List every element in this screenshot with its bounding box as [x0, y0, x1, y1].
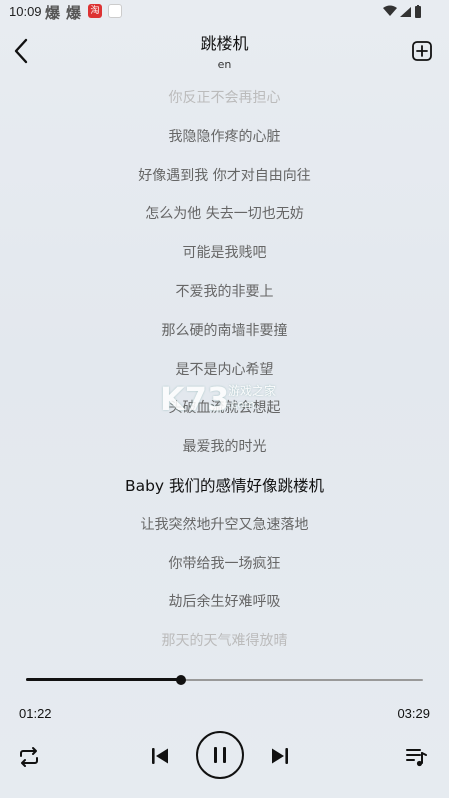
playlist-icon[interactable]	[404, 745, 428, 769]
song-title: 跳楼机	[200, 34, 249, 53]
pause-icon	[214, 747, 226, 763]
lyric-line[interactable]: 劫后余生好难呼吸	[0, 591, 449, 630]
lyrics-list[interactable]: 你反正不会再担心 我隐隐作疼的心脏 好像遇到我 你才对自由向往 怎么为他 失去一…	[0, 87, 449, 669]
add-to-playlist-icon[interactable]	[411, 40, 433, 62]
lyric-line[interactable]: 你带给我一场疯狂	[0, 553, 449, 592]
lyric-line[interactable]: 最爱我的时光	[0, 436, 449, 475]
previous-icon[interactable]	[148, 744, 172, 768]
lyric-line[interactable]: 怎么为他 失去一切也无妨	[0, 203, 449, 242]
lyric-line[interactable]: 可能是我贱吧	[0, 242, 449, 281]
player-header: 跳楼机 en	[0, 26, 449, 76]
lyric-line[interactable]: 你反正不会再担心	[0, 87, 449, 126]
lyric-line-active[interactable]: Baby 我们的感情好像跳楼机	[0, 475, 449, 514]
lyric-line[interactable]: 那么硬的南墙非要撞	[0, 320, 449, 359]
notification-icon: 爆	[45, 4, 61, 22]
current-time: 01:22	[19, 706, 52, 721]
total-time: 03:29	[397, 706, 430, 721]
pause-button[interactable]	[196, 731, 244, 779]
lyric-line[interactable]: 不爱我的非要上	[0, 281, 449, 320]
app-notification-icon	[108, 4, 122, 18]
next-icon[interactable]	[268, 744, 292, 768]
artist-name: en	[217, 58, 232, 71]
lyric-line[interactable]: 好像遇到我 你才对自由向往	[0, 165, 449, 204]
progress-slider[interactable]	[26, 675, 423, 685]
taobao-notification-icon: 淘	[88, 4, 102, 18]
status-bar: 10:09 爆 爆 淘	[0, 0, 449, 26]
lyric-line[interactable]: 那天的天气难得放晴	[0, 630, 449, 669]
lyric-line[interactable]: 让我突然地升空又急速落地	[0, 514, 449, 553]
progress-fill	[26, 678, 182, 681]
system-status-icons	[383, 5, 421, 18]
status-time: 10:09	[9, 4, 42, 19]
lyric-line[interactable]: 我隐隐作疼的心脏	[0, 126, 449, 165]
notification-icon: 爆	[66, 4, 82, 22]
lyric-line[interactable]: 头破血流就会想起	[0, 397, 449, 436]
repeat-icon[interactable]	[17, 745, 41, 769]
lyric-line[interactable]: 是不是内心希望	[0, 359, 449, 398]
progress-handle[interactable]	[176, 675, 187, 685]
